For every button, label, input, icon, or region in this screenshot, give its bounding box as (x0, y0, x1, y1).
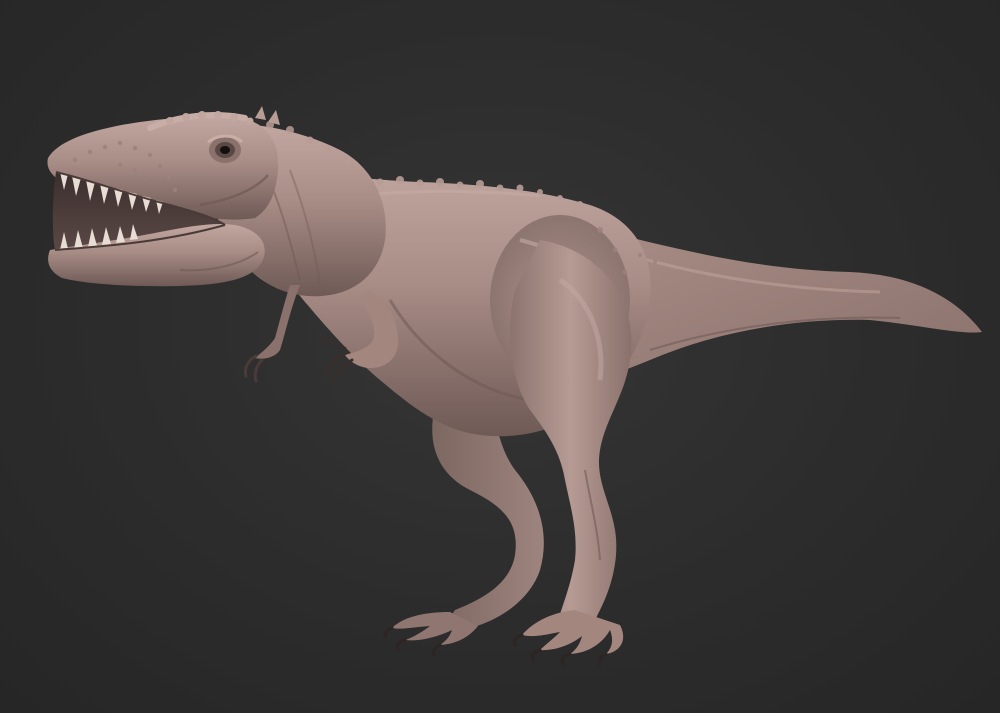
sculpt-render (47, 106, 982, 667)
head (47, 106, 280, 287)
viewport (0, 0, 1000, 713)
far-arm (244, 285, 300, 383)
near-leg (510, 240, 632, 667)
